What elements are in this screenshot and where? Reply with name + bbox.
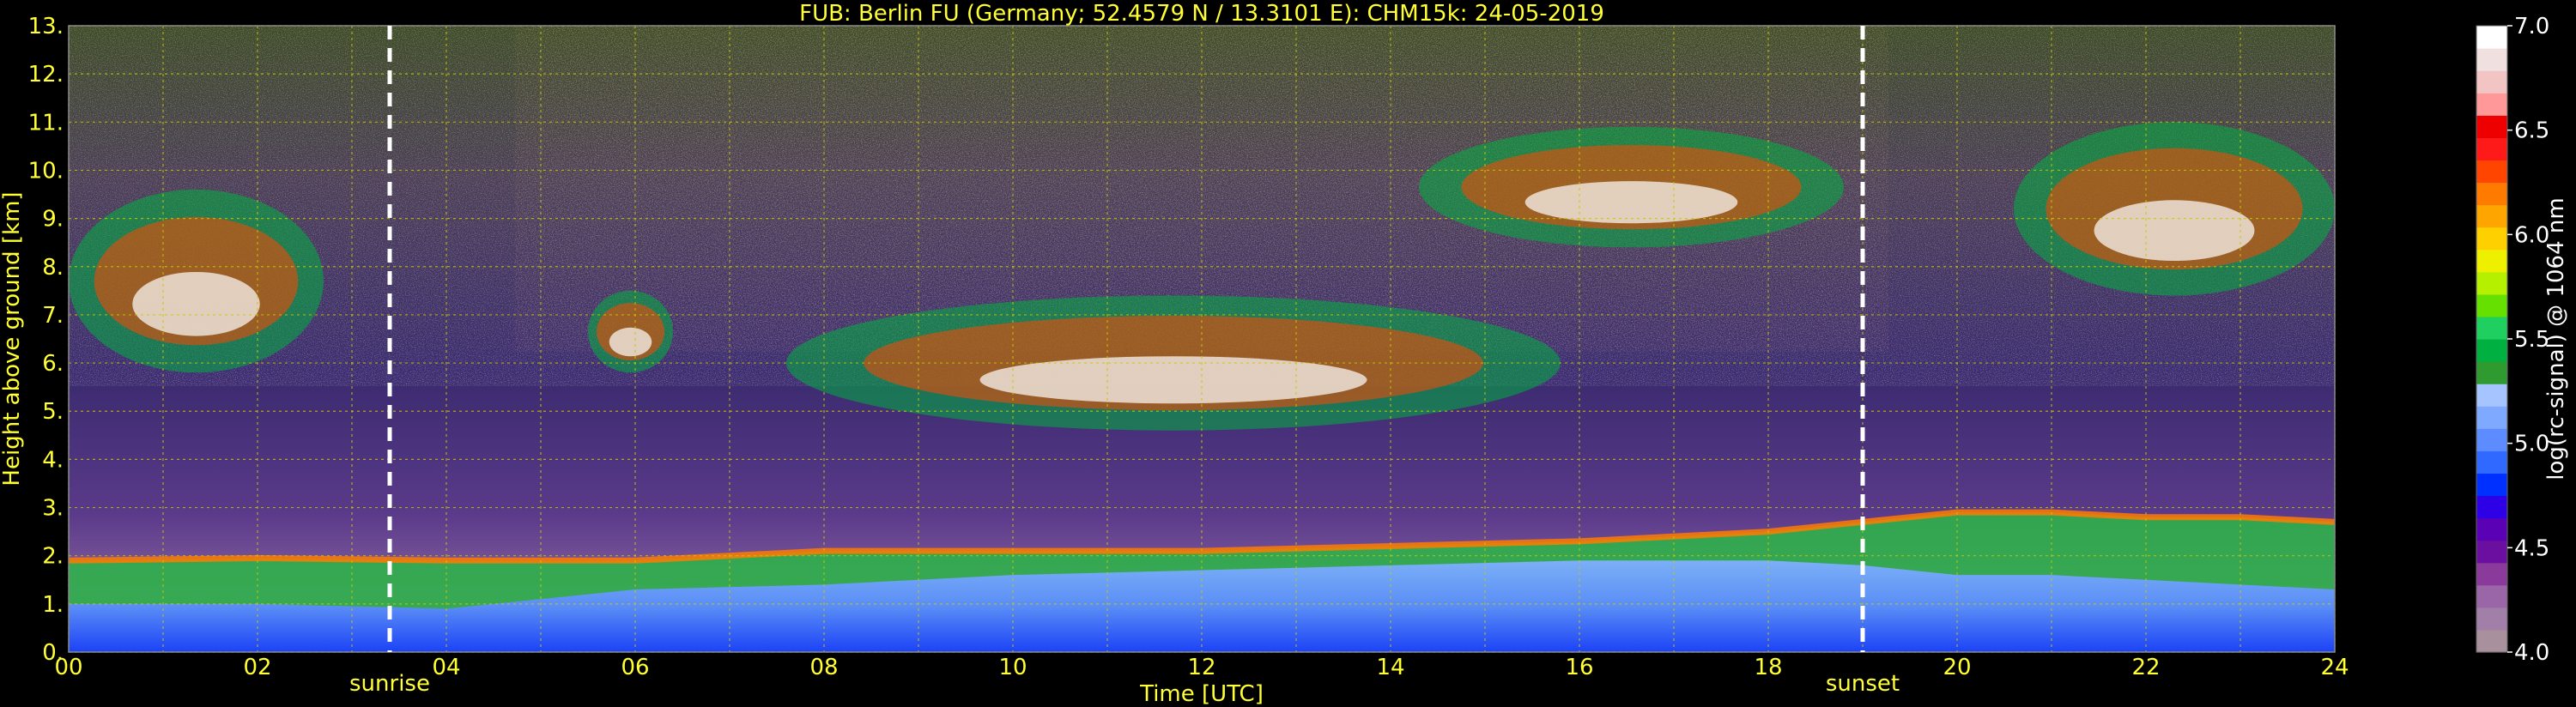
- colorbar-swatch: [2476, 540, 2507, 564]
- y-tick-label: 8.: [42, 255, 64, 281]
- colorbar-tick-label: 4.5: [2514, 535, 2549, 561]
- colorbar-swatch: [2476, 495, 2507, 519]
- y-tick-label: 4.: [42, 447, 64, 473]
- x-tick-label: 24: [2320, 655, 2349, 680]
- colorbar-label: log(rc-signal) @ 1064 nm: [2543, 197, 2569, 480]
- colorbar-swatch: [2476, 293, 2507, 317]
- colorbar-swatch: [2476, 93, 2507, 116]
- y-tick-labels: 0. 1. 2. 3. 4. 5. 6. 7. 8. 9. 10. 11. 12. 13.: [28, 14, 64, 666]
- colorbar-tick-label: 6.5: [2514, 118, 2549, 144]
- y-tick-label: 2.: [42, 544, 64, 570]
- sunset-label: sunset: [1826, 671, 1900, 697]
- colorbar-swatch: [2476, 26, 2507, 49]
- y-tick-label: 1.: [42, 592, 64, 618]
- colorbar-tick-label: 4.0: [2514, 640, 2549, 666]
- x-axis-label: Time [UTC]: [1139, 681, 1264, 707]
- y-tick-label: 13.: [28, 14, 64, 39]
- colorbar: 4.04.55.05.56.06.57.0: [2476, 14, 2549, 666]
- y-tick-label: 6.: [42, 351, 64, 377]
- colorbar-swatch: [2476, 204, 2507, 228]
- x-tick-label: 02: [243, 655, 271, 680]
- colorbar-tick-label: 7.0: [2514, 14, 2549, 39]
- y-tick-label: 9.: [42, 207, 64, 233]
- x-tick-label: 22: [2131, 655, 2160, 680]
- colorbar-swatch: [2476, 584, 2507, 608]
- x-tick-label: 12: [1187, 655, 1215, 680]
- colorbar-swatch: [2476, 629, 2507, 653]
- y-tick-label: 0.: [42, 640, 64, 666]
- sunrise-label: sunrise: [349, 671, 430, 697]
- x-tick-label: 18: [1754, 655, 1782, 680]
- colorbar-swatch: [2476, 137, 2507, 161]
- colorbar-swatch: [2476, 271, 2507, 295]
- colorbar-swatch: [2476, 316, 2507, 340]
- colorbar-swatch: [2476, 406, 2507, 429]
- colorbar-swatch: [2476, 182, 2507, 206]
- colorbar-swatch: [2476, 562, 2507, 586]
- y-tick-label: 12.: [28, 62, 64, 88]
- y-tick-label: 5.: [42, 399, 64, 425]
- cloud-peak: [1524, 181, 1738, 224]
- colorbar-swatch: [2476, 473, 2507, 497]
- x-tick-label: 16: [1565, 655, 1593, 680]
- colorbar-swatch: [2476, 517, 2507, 541]
- colorbar-swatch: [2476, 115, 2507, 138]
- x-tick-label: 10: [998, 655, 1027, 680]
- x-tick-label: 08: [809, 655, 838, 680]
- x-tick-label: 20: [1943, 655, 1971, 680]
- colorbar-swatch: [2476, 428, 2507, 451]
- chart-title: FUB: Berlin FU (Germany; 52.4579 N / 13.…: [799, 1, 1604, 27]
- colorbar-swatch: [2476, 384, 2507, 407]
- y-tick-label: 11.: [28, 110, 64, 136]
- cloud-peak: [2094, 200, 2255, 262]
- colorbar-swatch: [2476, 450, 2507, 474]
- y-tick-label: 7.: [42, 303, 64, 329]
- colorbar-swatch: [2476, 607, 2507, 631]
- y-tick-label: 10.: [28, 158, 64, 184]
- colorbar-swatch: [2476, 249, 2507, 273]
- y-tick-label: 3.: [42, 496, 64, 522]
- colorbar-swatch: [2476, 227, 2507, 251]
- x-tick-label: 06: [621, 655, 649, 680]
- cloud-peak: [132, 271, 260, 336]
- ceilometer-plot: sunrise sunset 00 02 04 06 08 10 12 14 16 18 20 22 24…: [0, 1, 2569, 707]
- colorbar-swatch: [2476, 339, 2507, 362]
- colorbar-swatch: [2476, 361, 2507, 384]
- cloud-peak: [609, 327, 652, 357]
- x-tick-label: 14: [1376, 655, 1404, 680]
- colorbar-swatch: [2476, 160, 2507, 184]
- y-axis-label: Height above ground [km]: [0, 191, 25, 486]
- x-tick-label: 04: [432, 655, 460, 680]
- colorbar-swatch: [2476, 70, 2507, 94]
- colorbar-swatch: [2476, 48, 2507, 71]
